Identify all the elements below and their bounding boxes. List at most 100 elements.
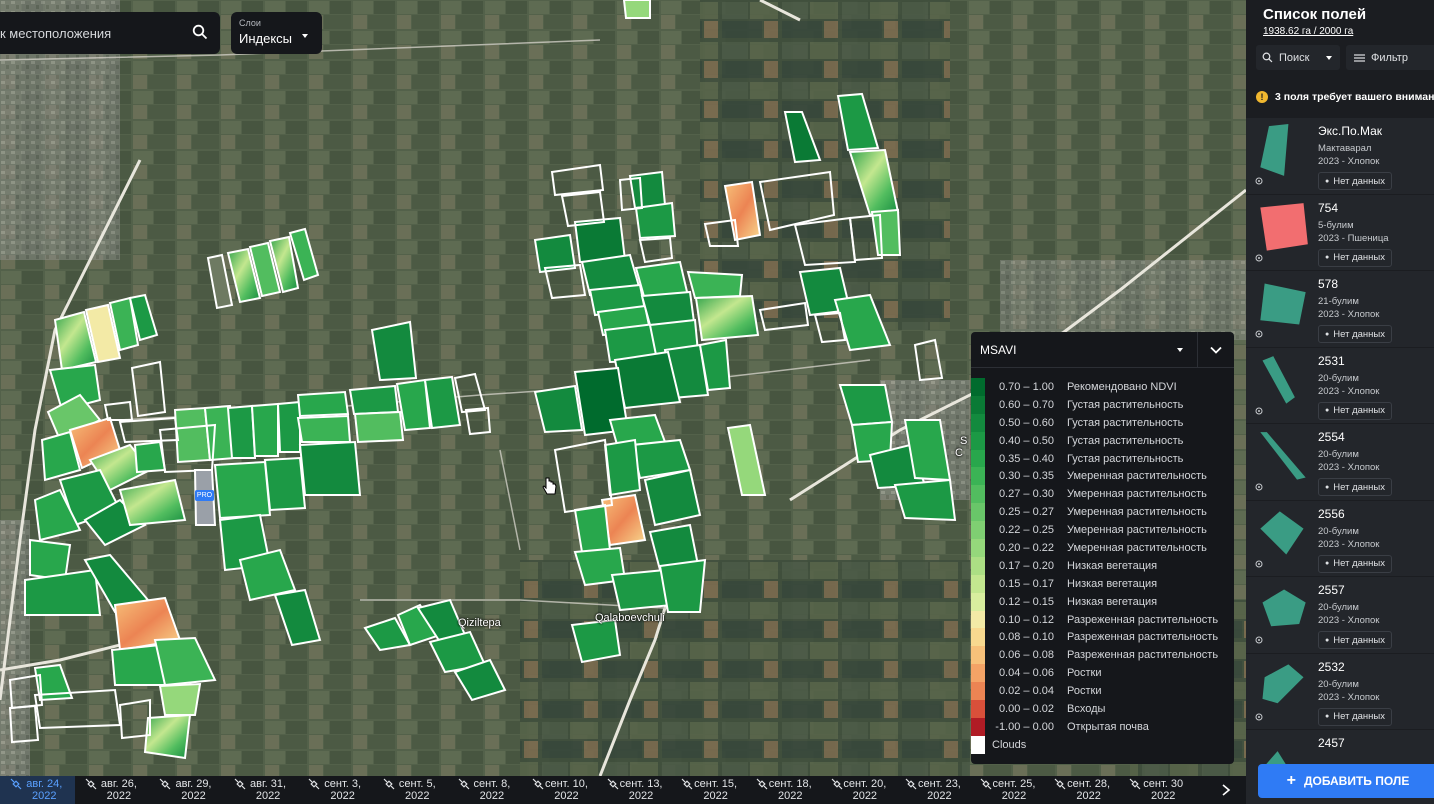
- search-icon[interactable]: [192, 24, 208, 40]
- index-select-value: MSAVI: [980, 342, 1017, 357]
- field-list-item[interactable]: 2556 20-булим 2023 - Хлопок ● Нет данных: [1246, 500, 1434, 577]
- legend-range: 0.17 – 0.20: [998, 559, 1054, 572]
- field-shape-thumbnail: [1260, 432, 1306, 480]
- field-list-item[interactable]: 2554 20-булим 2023 - Хлопок ● Нет данных: [1246, 424, 1434, 501]
- legend-range: 0.27 – 0.30: [998, 488, 1054, 501]
- timeline-date-year: 2022: [1001, 790, 1027, 802]
- collapse-chevron-icon: [1210, 346, 1222, 354]
- locate-icon[interactable]: [1254, 712, 1264, 722]
- locate-icon[interactable]: [1254, 482, 1264, 492]
- field-shape-thumbnail: [1260, 124, 1289, 176]
- field-status-badge[interactable]: ● Нет данных: [1318, 172, 1392, 190]
- field-list-item[interactable]: 2557 20-булим 2023 - Хлопок ● Нет данных: [1246, 577, 1434, 654]
- legend-label: Разреженная растительность: [1067, 613, 1219, 626]
- timeline-next-button[interactable]: [1206, 776, 1246, 804]
- legend-row: 0.50 – 0.60 Густая растительность: [971, 413, 1234, 432]
- field-status-text: Нет данных: [1333, 175, 1385, 187]
- field-name: 2556: [1318, 506, 1345, 521]
- timeline-date-year: 2022: [479, 790, 505, 802]
- timeline-date[interactable]: сент. 18, 2022: [746, 776, 821, 804]
- locate-icon[interactable]: [1254, 176, 1264, 186]
- timeline-date[interactable]: авг. 26, 2022: [75, 776, 150, 804]
- legend-swatch: [971, 682, 985, 701]
- legend-label: Низкая вегетация: [1067, 559, 1158, 572]
- timeline-date-year: 2022: [628, 790, 654, 802]
- field-list-item[interactable]: 578 21-булим 2023 - Хлопок ● Нет данных: [1246, 271, 1434, 348]
- field-status-badge[interactable]: ● Нет данных: [1318, 325, 1392, 343]
- timeline-date[interactable]: авг. 31, 2022: [224, 776, 299, 804]
- legend-collapse-button[interactable]: [1198, 332, 1234, 368]
- field-shape-thumbnail: [1262, 663, 1304, 703]
- satellite-icon: [532, 778, 544, 790]
- legend-swatch: [971, 449, 985, 468]
- field-shape-thumbnail: [1260, 283, 1306, 325]
- map-label-town: S: [960, 435, 968, 447]
- timeline-date[interactable]: сент. 20, 2022: [821, 776, 896, 804]
- timeline-date-year: 2022: [330, 790, 355, 802]
- field-status-badge[interactable]: ● Нет данных: [1318, 631, 1392, 649]
- area-usage-link[interactable]: 1938.62 га / 2000 га: [1263, 26, 1353, 37]
- timeline-date[interactable]: сент. 13, 2022: [597, 776, 672, 804]
- attention-warning[interactable]: ! 3 поля требует вашего внимания: [1246, 82, 1434, 112]
- legend-range: 0.06 – 0.08: [998, 649, 1054, 662]
- field-status-badge[interactable]: ● Нет данных: [1318, 478, 1392, 496]
- timeline-date[interactable]: сент. 10, 2022: [522, 776, 597, 804]
- field-list-item[interactable]: 754 5-булим 2023 - Пшеница ● Нет данных: [1246, 194, 1434, 271]
- timeline-date[interactable]: сент. 30 2022: [1119, 776, 1194, 804]
- field-status-badge[interactable]: ● Нет данных: [1318, 248, 1392, 267]
- legend-range: -1.00 – 0.00: [995, 720, 1054, 733]
- legend-range: 0.04 – 0.06: [998, 667, 1054, 680]
- timeline-date[interactable]: сент. 23, 2022: [895, 776, 970, 804]
- locate-icon[interactable]: [1254, 635, 1264, 645]
- timeline-date[interactable]: авг. 24, 2022: [0, 776, 75, 804]
- legend-label: Открытая почва: [1067, 720, 1149, 733]
- legend-row: 0.12 – 0.15 Низкая вегетация: [971, 592, 1234, 611]
- field-list-item[interactable]: 2532 20-булим 2023 - Хлопок ● Нет данных: [1246, 653, 1434, 730]
- legend-row: 0.60 – 0.70 Густая растительность: [971, 395, 1234, 414]
- layers-dropdown[interactable]: Слои Индексы: [231, 12, 322, 54]
- index-select[interactable]: MSAVI: [971, 332, 1198, 368]
- field-list-item[interactable]: 2531 20-булим 2023 - Хлопок ● Нет данных: [1246, 347, 1434, 424]
- field-crop: 2023 - Пшеница: [1318, 232, 1389, 244]
- field-status-badge[interactable]: ● Нет данных: [1318, 401, 1392, 420]
- layers-caption: Слои: [239, 18, 261, 28]
- hand-cursor-icon: [542, 477, 557, 495]
- timeline-date-day: сент. 15,: [694, 778, 738, 790]
- field-division: 20-булим: [1318, 678, 1359, 690]
- legend-swatch: [971, 503, 985, 522]
- locate-icon[interactable]: [1254, 559, 1264, 569]
- timeline-date-day: сент. 25,: [992, 778, 1036, 790]
- satellite-map[interactable]: Qiziltepa Qalaboevchuli S C PRO Слои Инд…: [0, 0, 1246, 776]
- locate-icon[interactable]: [1254, 329, 1264, 339]
- field-list-item[interactable]: Экс.По.Мак Мактаварал 2023 - Хлопок ● Нет да…: [1246, 118, 1434, 195]
- add-field-button[interactable]: + ДОБАВИТЬ ПОЛЕ: [1258, 764, 1434, 798]
- field-name: Экс.По.Мак: [1318, 124, 1383, 138]
- timeline-date-year: 2022: [777, 790, 803, 802]
- legend-swatch: [971, 592, 985, 611]
- timeline-date-year: 2022: [852, 790, 878, 802]
- field-status-text: Нет данных: [1333, 481, 1385, 493]
- timeline-date[interactable]: сент. 8, 2022: [448, 776, 523, 804]
- locate-icon[interactable]: [1254, 253, 1264, 263]
- locate-icon[interactable]: [1254, 406, 1264, 416]
- chevron-down-icon: [1326, 56, 1332, 60]
- timeline-date-year: 2022: [927, 790, 952, 802]
- field-status-badge[interactable]: ● Нет данных: [1318, 707, 1392, 726]
- field-search-label: Поиск: [1279, 51, 1310, 64]
- timeline-date-year: 2022: [181, 790, 206, 802]
- chevron-right-icon: [1222, 784, 1231, 796]
- filter-button[interactable]: Фильтр: [1346, 45, 1434, 70]
- legend-label: Всходы: [1067, 702, 1106, 715]
- field-search-dropdown[interactable]: Поиск: [1256, 45, 1340, 70]
- location-search-input[interactable]: [0, 25, 180, 41]
- timeline-date[interactable]: авг. 29, 2022: [149, 776, 224, 804]
- location-search: [0, 12, 220, 54]
- timeline-date[interactable]: сент. 5, 2022: [373, 776, 448, 804]
- sidebar-title: Список полей: [1263, 6, 1367, 23]
- timeline-date[interactable]: сент. 3, 2022: [298, 776, 373, 804]
- timeline-date[interactable]: сент. 15, 2022: [671, 776, 746, 804]
- field-status-badge[interactable]: ● Нет данных: [1318, 554, 1392, 573]
- timeline-date-day: сент. 28,: [1067, 778, 1111, 790]
- timeline-date[interactable]: сент. 28, 2022: [1044, 776, 1119, 804]
- timeline-date[interactable]: сент. 25, 2022: [970, 776, 1045, 804]
